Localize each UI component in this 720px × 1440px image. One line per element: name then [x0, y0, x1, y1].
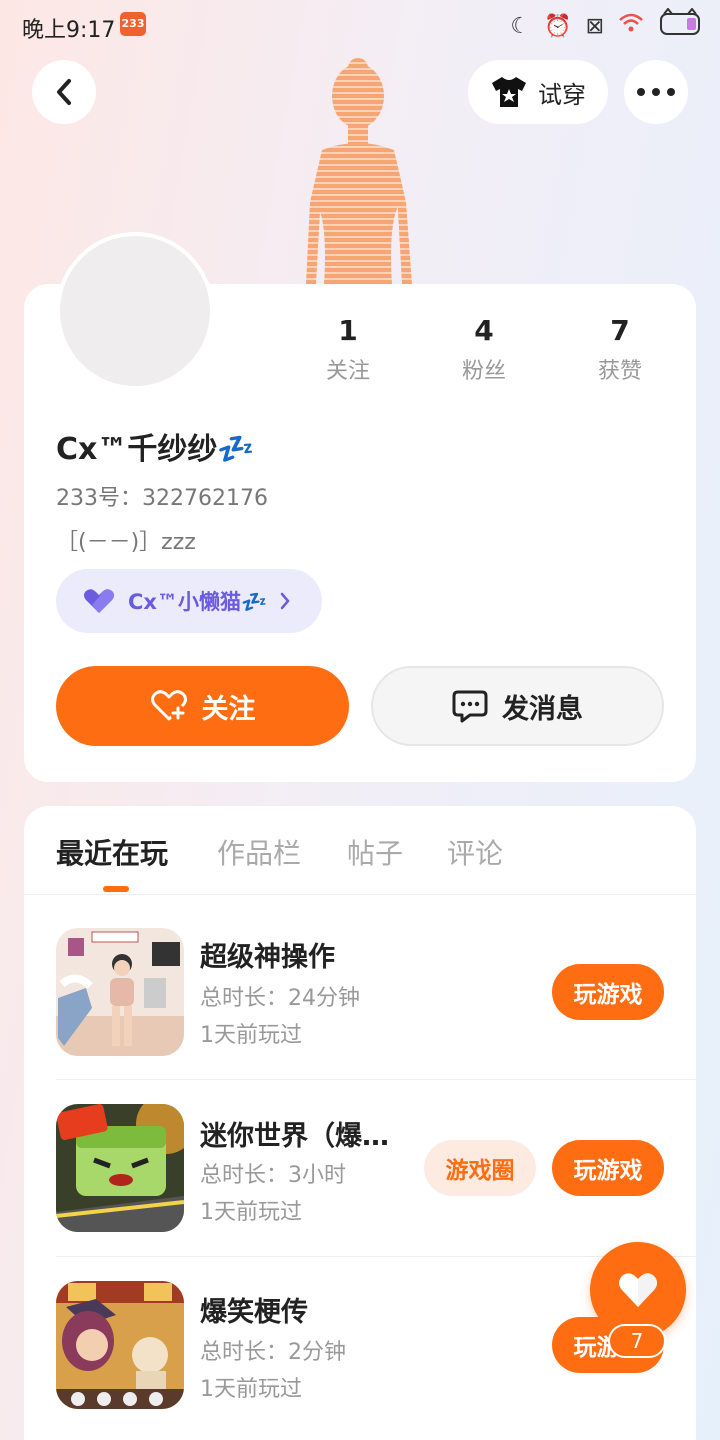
stat-fans[interactable]: 4 粉丝	[424, 314, 544, 385]
user-bio: ［(－－)］zzz	[56, 530, 196, 555]
tab-works[interactable]: 作品栏	[217, 832, 301, 872]
game-last-played: 1天前玩过	[200, 1023, 302, 1048]
status-icons: ☾ ⏰ ⊠	[510, 7, 704, 44]
tab-divider	[24, 894, 696, 895]
heart-plus-icon	[150, 690, 187, 721]
battery-icon	[658, 7, 704, 44]
game-icon-mini-world[interactable]	[56, 1104, 184, 1232]
game-last-played: 1天前玩过	[200, 1200, 302, 1225]
stat-fans-label: 粉丝	[461, 359, 506, 384]
tab-posts[interactable]: 帖子	[347, 832, 403, 872]
close-box-icon: ⊠	[585, 13, 604, 39]
game-icon-super-operation[interactable]	[56, 928, 184, 1056]
moon-icon: ☾	[510, 13, 531, 39]
play-game-button[interactable]: 玩游戏	[552, 1140, 664, 1196]
status-time: 晚上9:17	[22, 18, 116, 43]
alarm-icon: ⏰	[544, 13, 572, 39]
stat-likes[interactable]: 7 获赞	[560, 314, 680, 385]
stat-likes-label: 获赞	[597, 359, 642, 384]
game-duration: 总时长：24分钟	[200, 986, 360, 1011]
follow-button[interactable]: 关注	[56, 666, 349, 746]
row-divider	[56, 1256, 696, 1257]
like-count: 7	[608, 1324, 666, 1358]
avatar[interactable]	[56, 232, 214, 390]
game-title[interactable]: 超级神操作	[200, 935, 335, 974]
app-badge: 233	[120, 12, 146, 36]
group-label: Cx™小懒猫💤	[128, 590, 268, 614]
stat-following-label: 关注	[325, 359, 370, 384]
tab-recently-played[interactable]: 最近在玩	[56, 832, 168, 872]
game-circle-button[interactable]: 游戏圈	[424, 1140, 536, 1196]
chevron-right-icon	[280, 592, 290, 610]
stat-fans-value: 4	[474, 314, 494, 347]
chevron-left-icon	[57, 79, 71, 105]
game-icon-funny-meme[interactable]	[56, 1281, 184, 1409]
play-game-button[interactable]: 玩游戏	[552, 964, 664, 1020]
game-last-played: 1天前玩过	[200, 1377, 302, 1402]
tab-comments[interactable]: 评论	[447, 832, 503, 872]
avatar-figure	[292, 52, 422, 284]
stat-following[interactable]: 1 关注	[288, 314, 408, 385]
game-duration: 总时长：2分钟	[200, 1340, 346, 1365]
more-dots-icon	[637, 88, 675, 96]
row-divider	[56, 1079, 696, 1080]
more-button[interactable]	[624, 60, 688, 124]
user-id: 233号：322762176	[56, 486, 268, 511]
group-pill[interactable]: Cx™小懒猫💤	[56, 569, 322, 633]
message-button[interactable]: 发消息	[371, 666, 664, 746]
heart-icon	[619, 1273, 657, 1307]
heart-group-icon	[84, 589, 114, 613]
wifi-icon	[618, 12, 644, 40]
try-on-label: 试穿	[538, 80, 586, 109]
back-button[interactable]	[32, 60, 96, 124]
game-title[interactable]: 迷你世界（爆…	[200, 1114, 389, 1153]
tab-indicator	[103, 886, 129, 892]
chat-bubble-icon	[452, 690, 488, 723]
follow-label: 关注	[201, 693, 256, 725]
stat-likes-value: 7	[610, 314, 630, 347]
tshirt-icon	[492, 77, 526, 107]
try-on-button[interactable]: 试穿	[468, 60, 608, 124]
game-title[interactable]: 爆笑梗传	[200, 1290, 308, 1329]
message-label: 发消息	[502, 693, 583, 725]
username: Cx™千纱纱💤	[56, 432, 255, 467]
game-duration: 总时长：3小时	[200, 1163, 346, 1188]
status-bar: 晚上9:17 233 ☾ ⏰ ⊠	[0, 0, 720, 50]
stat-following-value: 1	[338, 314, 358, 347]
